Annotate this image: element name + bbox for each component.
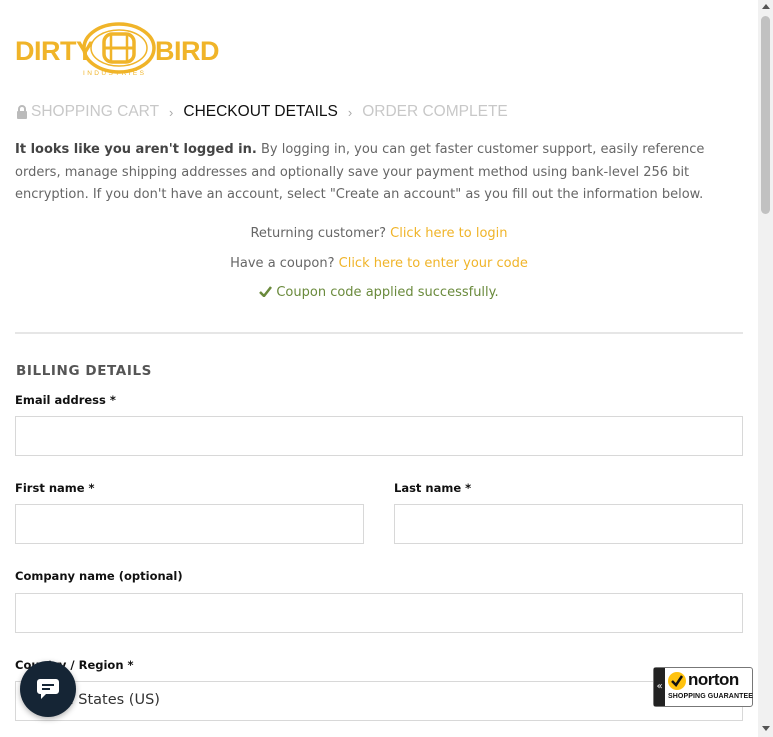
- norton-check-icon: [668, 672, 686, 690]
- logo-subtitle: INDUSTRIES: [83, 70, 147, 77]
- section-divider: [15, 332, 743, 334]
- returning-customer-line: Returning customer? Click here to login: [0, 226, 758, 241]
- checkout-page: DIRTY BIRD INDUSTRIES SHOPPING CART › CH…: [0, 0, 758, 737]
- norton-subtitle: SHOPPING GUARANTEE: [668, 693, 754, 700]
- vertical-scrollbar[interactable]: [758, 0, 773, 737]
- chat-icon: [37, 679, 59, 699]
- coupon-text: Have a coupon?: [230, 256, 335, 271]
- check-icon: [259, 286, 273, 297]
- first-name-field[interactable]: [15, 504, 364, 544]
- breadcrumb-checkout-details[interactable]: CHECKOUT DETAILS: [183, 103, 337, 121]
- norton-collapse-tab[interactable]: «: [654, 668, 665, 706]
- billing-details-heading: BILLING DETAILS: [16, 363, 153, 379]
- company-name-label: Company name (optional): [15, 569, 183, 583]
- last-name-label: Last name *: [394, 481, 472, 495]
- breadcrumb-separator: ›: [347, 104, 353, 120]
- lock-icon: [17, 105, 27, 119]
- norton-name: norton: [688, 670, 739, 689]
- brand-logo[interactable]: DIRTY BIRD INDUSTRIES: [15, 22, 220, 86]
- login-notice-bold: It looks like you aren't logged in.: [15, 142, 257, 157]
- coupon-success-message: Coupon code applied successfully.: [0, 285, 758, 300]
- scroll-up-arrow-icon[interactable]: [762, 4, 770, 9]
- scrollbar-thumb[interactable]: [761, 16, 770, 214]
- last-name-field[interactable]: [394, 504, 743, 544]
- logo-emblem-icon: [82, 22, 156, 74]
- coupon-line: Have a coupon? Click here to enter your …: [0, 256, 758, 271]
- logo-right-word: BIRD: [155, 36, 220, 66]
- country-select[interactable]: United States (US): [15, 681, 743, 721]
- login-link[interactable]: Click here to login: [390, 226, 507, 241]
- breadcrumb-shopping-cart[interactable]: SHOPPING CART: [31, 103, 159, 121]
- coupon-success-text: Coupon code applied successfully.: [276, 285, 499, 300]
- first-name-label: First name *: [15, 481, 95, 495]
- breadcrumb-separator: ›: [169, 104, 174, 120]
- returning-customer-text: Returning customer?: [250, 226, 386, 241]
- breadcrumb-order-complete: ORDER COMPLETE: [362, 103, 508, 120]
- norton-badge[interactable]: « norton SHOPPING GUARANTEE: [653, 667, 753, 707]
- checkout-breadcrumb: SHOPPING CART › CHECKOUT DETAILS › ORDER…: [16, 103, 508, 121]
- email-label: Email address *: [15, 393, 116, 407]
- company-name-field[interactable]: [15, 593, 743, 633]
- chat-widget-button[interactable]: [20, 661, 76, 717]
- enter-coupon-link[interactable]: Click here to enter your code: [339, 256, 528, 271]
- scroll-down-arrow-icon[interactable]: [762, 726, 770, 731]
- login-notice: It looks like you aren't logged in. By l…: [15, 139, 740, 207]
- email-field[interactable]: [15, 416, 743, 456]
